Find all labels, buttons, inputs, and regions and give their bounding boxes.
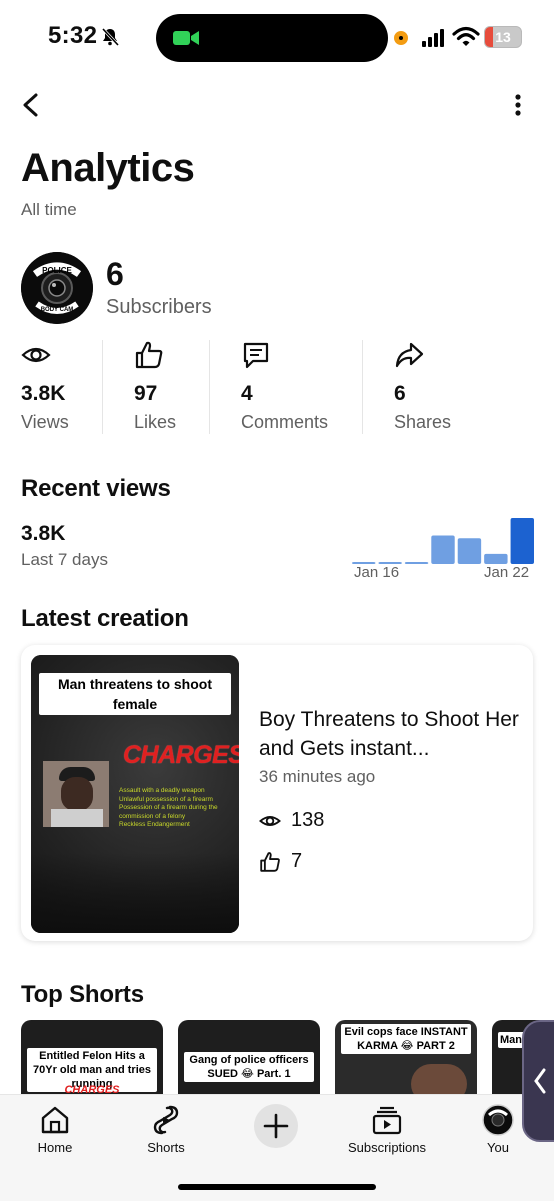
divider <box>209 340 210 434</box>
recent-views-value: 3.8K <box>21 522 66 545</box>
battery-level: 13 <box>495 29 511 45</box>
chart-bar-jan-19 <box>431 535 455 564</box>
comments-value: 4 <box>241 382 253 405</box>
thumbnail-charges-list: Assault with a deadly weapon Unlawful po… <box>119 787 237 830</box>
profile-avatar-icon <box>482 1104 514 1136</box>
mic-indicator-icon <box>394 31 408 45</box>
share-icon <box>395 342 424 368</box>
recent-views-heading: Recent views <box>21 475 171 502</box>
avatar-text-bottom: BODY CAM <box>41 307 74 313</box>
nav-home[interactable]: Home <box>10 1104 100 1155</box>
latest-likes-metric: 7 <box>259 850 302 873</box>
top-short-card[interactable]: Entitled Felon Hits a 70Yr old man and t… <box>21 1020 163 1100</box>
eye-icon <box>21 347 51 363</box>
top-shorts-heading: Top Shorts <box>21 981 144 1008</box>
eye-icon <box>259 815 281 826</box>
latest-likes-value: 7 <box>291 850 303 872</box>
chevron-left-icon <box>534 1068 546 1094</box>
thumbnail-caption: Man threatens to shoot female <box>39 673 231 715</box>
latest-video-time: 36 minutes ago <box>259 767 376 786</box>
status-time: 5:32 <box>48 22 98 49</box>
chart-bar-jan-18 <box>404 562 429 564</box>
police-bodycam-logo: POLICE BODY CAM <box>21 252 93 324</box>
comments-label: Comments <box>241 412 329 432</box>
likes-value: 97 <box>134 382 158 405</box>
charge-item: Possession of a firearm during the commi… <box>119 804 218 820</box>
more-options-icon[interactable] <box>508 92 528 120</box>
latest-video-title[interactable]: Boy Threatens to Shoot Her and Gets inst… <box>259 705 525 763</box>
nav-subscriptions-label: Subscriptions <box>347 1140 427 1155</box>
nav-shorts[interactable]: Shorts <box>121 1104 211 1155</box>
wifi-icon <box>452 26 480 46</box>
subscriptions-icon <box>372 1106 402 1135</box>
thumbnail-charges-title: CHARGES <box>123 741 239 769</box>
nav-home-label: Home <box>37 1140 73 1155</box>
shorts-icon <box>153 1105 179 1135</box>
home-indicator <box>178 1184 376 1190</box>
thumbs-up-icon <box>135 341 163 369</box>
avatar-text-top: POLICE <box>42 266 72 275</box>
recent-views-period: Last 7 days <box>21 550 108 569</box>
charge-item: Unlawful possession of a firearm <box>119 795 213 803</box>
chart-bar-jan-22 <box>510 518 534 564</box>
battery-icon: 13 <box>484 26 522 48</box>
divider <box>102 340 103 434</box>
top-short-card[interactable]: Gang of police officers SUED 😂 Part. 1 <box>178 1020 320 1100</box>
latest-video-thumbnail[interactable]: Man threatens to shoot female CHARGES As… <box>31 655 239 933</box>
back-arrow-icon[interactable] <box>18 90 46 120</box>
charge-item: Reckless Endangerment <box>119 821 190 828</box>
thumbnail-person-photo <box>43 761 109 827</box>
latest-creation-card[interactable]: Man threatens to shoot female CHARGES As… <box>21 645 533 941</box>
chart-end-label: Jan 22 <box>484 564 530 581</box>
page-title: Analytics <box>21 146 195 190</box>
latest-views-metric: 138 <box>259 809 324 832</box>
thumbs-up-icon <box>260 851 280 872</box>
short-caption: Gang of police officers SUED 😂 Part. 1 <box>184 1052 314 1082</box>
subscriber-count: 6 <box>106 256 124 292</box>
divider <box>362 340 363 434</box>
latest-views-value: 138 <box>291 809 325 831</box>
views-value: 3.8K <box>21 382 66 405</box>
nav-subscriptions[interactable]: Subscriptions <box>342 1104 432 1155</box>
nav-you-label: You <box>487 1140 509 1155</box>
chart-bar-jan-21 <box>484 553 508 564</box>
views-label: Views <box>21 412 69 432</box>
cell-signal-icon <box>422 29 444 47</box>
facetime-icon <box>173 31 199 45</box>
chart-start-label: Jan 16 <box>354 564 400 581</box>
chart-bar-jan-20 <box>457 538 482 564</box>
shares-value: 6 <box>394 382 406 405</box>
side-panel-handle[interactable] <box>522 1020 554 1142</box>
bell-muted-icon <box>101 27 120 47</box>
likes-label: Likes <box>134 412 177 432</box>
recent-views-chart <box>352 518 534 564</box>
top-short-card[interactable]: Evil cops face INSTANT KARMA 😂 PART 2 <box>335 1020 477 1100</box>
subscriber-label: Subscribers <box>106 296 212 318</box>
home-icon <box>41 1106 69 1134</box>
latest-creation-heading: Latest creation <box>21 605 189 632</box>
comment-icon <box>243 342 269 369</box>
channel-avatar: POLICE BODY CAM <box>21 252 93 324</box>
plus-icon <box>263 1113 289 1139</box>
nav-shorts-label: Shorts <box>147 1140 185 1155</box>
short-caption: Evil cops face INSTANT KARMA 😂 PART 2 <box>341 1024 471 1054</box>
charge-item: Assault with a deadly weapon <box>119 787 205 794</box>
create-button[interactable] <box>254 1104 298 1148</box>
shares-label: Shares <box>394 412 452 432</box>
page-subtitle: All time <box>21 200 77 219</box>
